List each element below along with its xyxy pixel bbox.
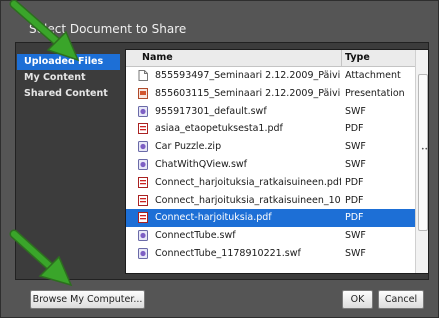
annotation-arrows [9,0,80,287]
arrow-pointing-uploaded-files-icon [9,0,80,62]
arrow-pointing-browse-button-icon [9,229,73,287]
